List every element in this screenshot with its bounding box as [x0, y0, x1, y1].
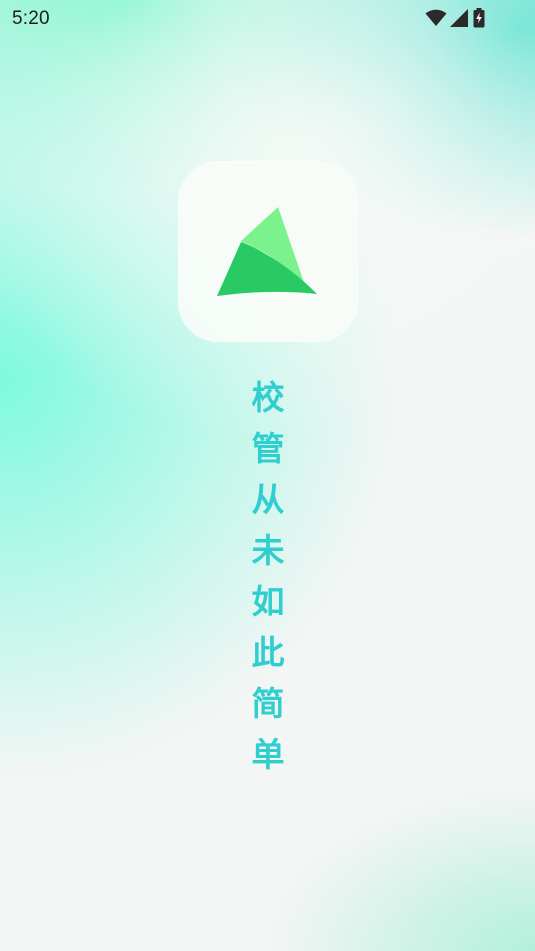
status-icons — [425, 8, 495, 28]
slogan-char: 此 — [251, 633, 285, 672]
sail-logo-icon — [217, 207, 317, 296]
cellular-signal-icon — [450, 9, 468, 27]
slogan-char: 单 — [251, 735, 285, 774]
slogan-char: 简 — [251, 684, 285, 723]
battery-charging-icon — [473, 8, 485, 28]
slogan-vertical: 校 管 从 未 如 此 简 单 — [230, 372, 306, 780]
slogan-char: 校 — [251, 378, 285, 417]
slogan-char: 如 — [251, 582, 285, 621]
wifi-icon — [425, 9, 447, 26]
slogan-char: 未 — [251, 531, 285, 570]
status-bar: 5:20 — [0, 0, 535, 36]
slogan-char: 从 — [251, 480, 285, 519]
slogan-char: 管 — [251, 429, 285, 468]
app-logo-tile — [178, 161, 358, 342]
status-time: 5:20 — [12, 8, 50, 29]
